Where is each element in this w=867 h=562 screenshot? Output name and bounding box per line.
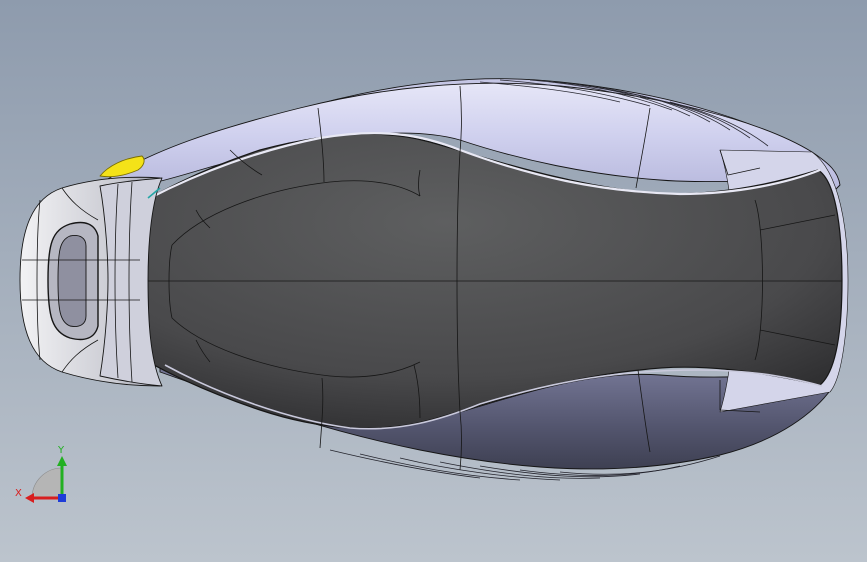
triad-z-origin — [58, 494, 66, 502]
key-ring-hole-inner — [57, 235, 87, 327]
model-view[interactable]: Y X — [0, 0, 867, 562]
graphics-viewport[interactable]: Y X — [0, 0, 867, 562]
triad-y-label: Y — [57, 445, 65, 456]
triad-x-label: X — [15, 488, 22, 499]
